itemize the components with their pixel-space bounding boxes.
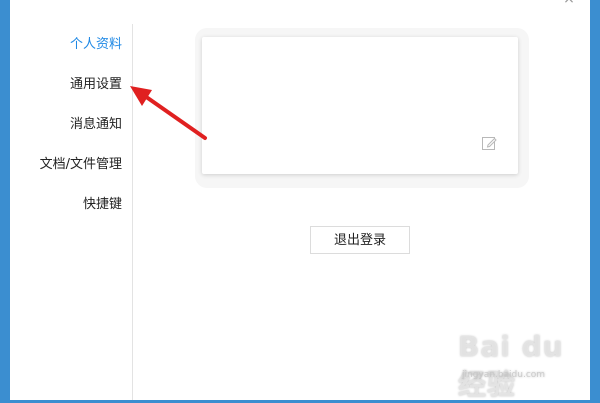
sidebar-item-file-management[interactable]: 文档/文件管理 — [10, 154, 122, 176]
logout-button[interactable]: 退出登录 — [310, 226, 410, 254]
sidebar-item-shortcuts[interactable]: 快捷键 — [10, 194, 122, 216]
settings-sidebar: 个人资料 通用设置 消息通知 文档/文件管理 快捷键 — [10, 24, 133, 400]
sidebar-item-profile[interactable]: 个人资料 — [10, 34, 122, 56]
sidebar-item-general-settings[interactable]: 通用设置 — [10, 74, 122, 96]
watermark-url: jingyan.baidu.com — [462, 370, 546, 380]
edit-icon[interactable] — [480, 134, 498, 152]
sidebar-item-notifications[interactable]: 消息通知 — [10, 114, 122, 136]
baidu-watermark: Bai du 经验 jingyan.baidu.com — [458, 330, 578, 401]
watermark-brand: Bai du 经验 — [458, 330, 564, 401]
profile-card — [202, 37, 518, 174]
